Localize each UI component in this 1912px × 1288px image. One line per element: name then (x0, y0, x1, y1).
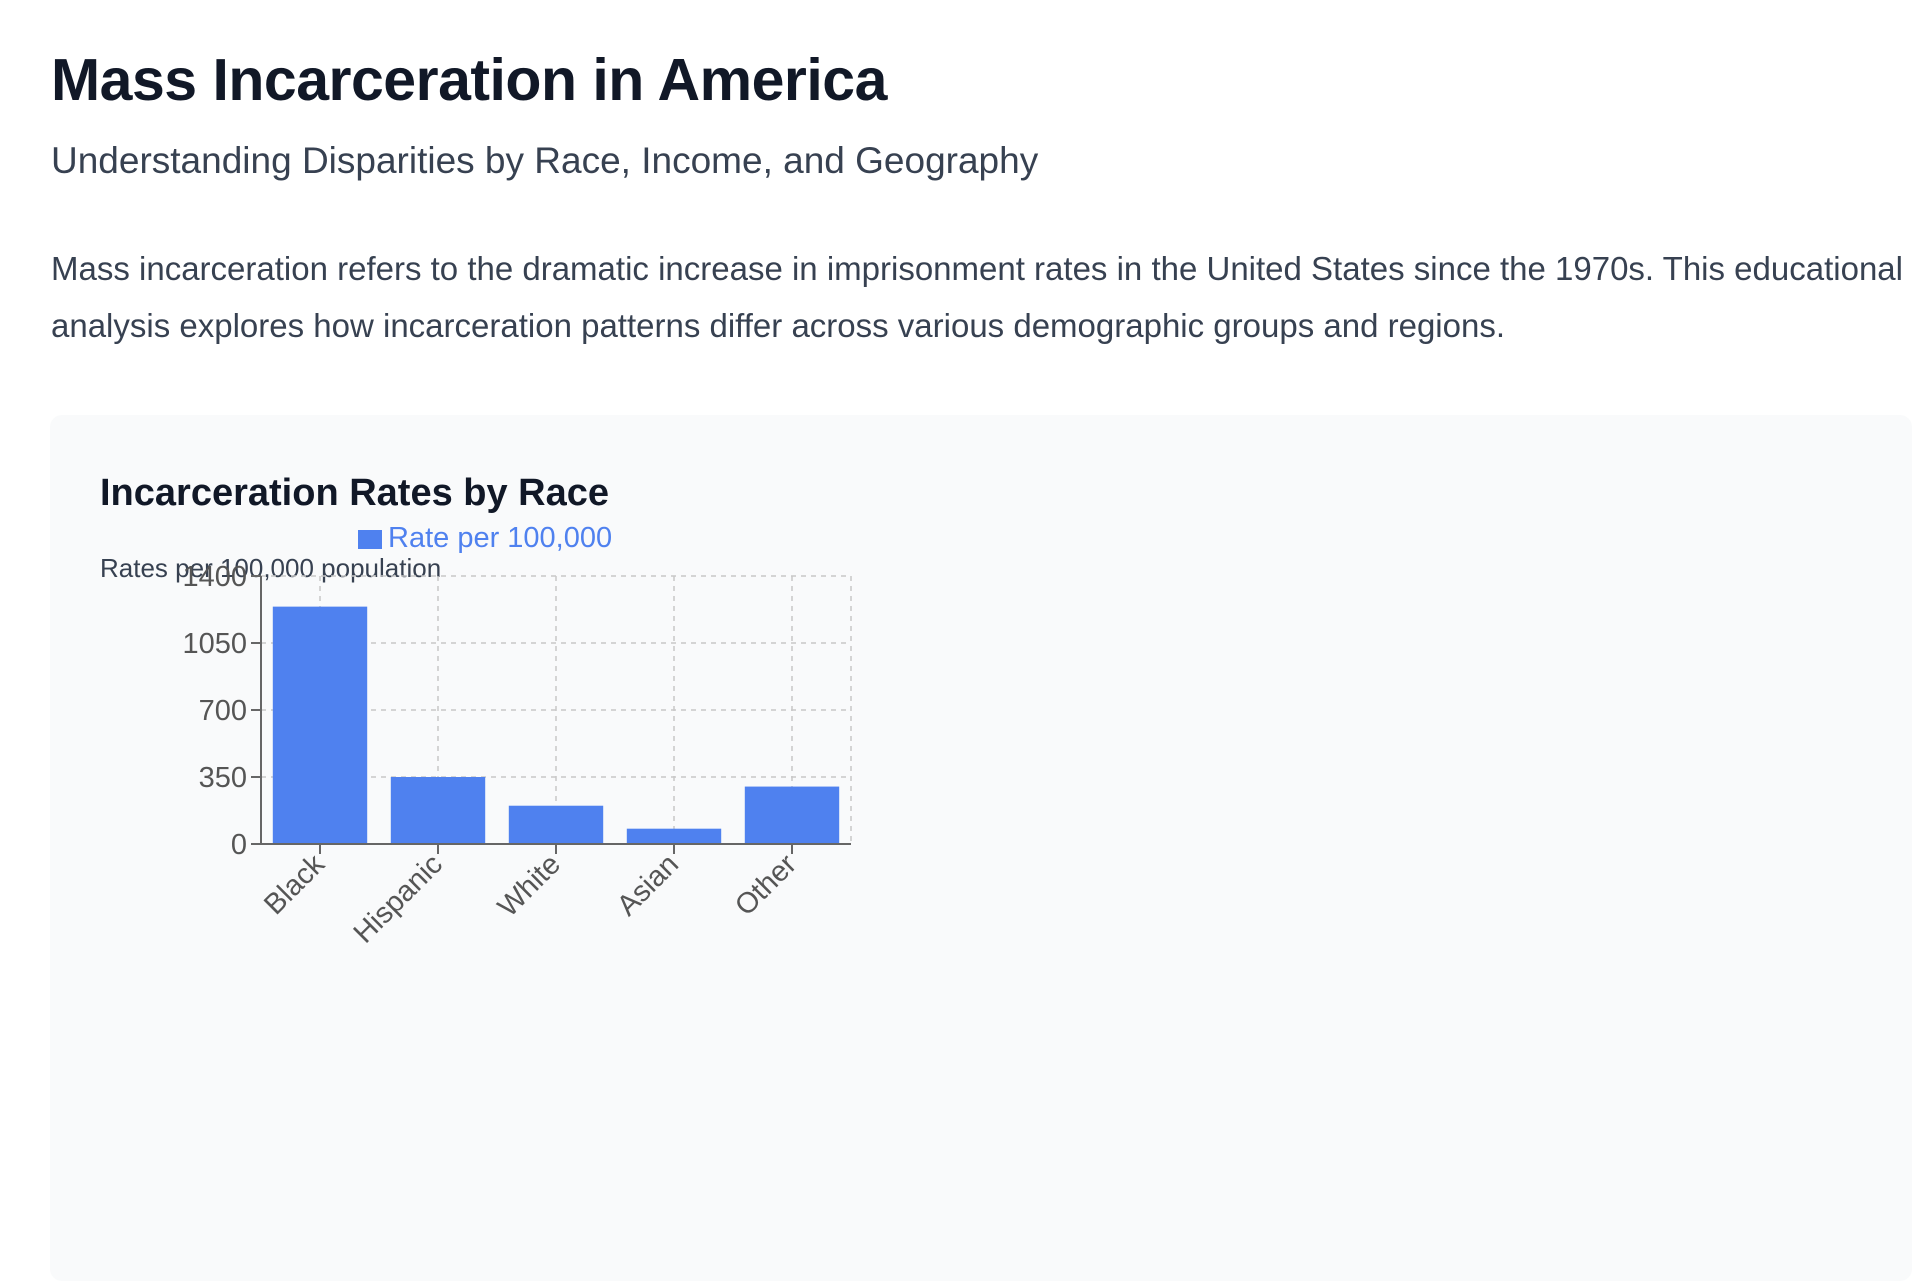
bar-chart: 0 350 700 1050 1400 Black Hispanic White Asian Ot… (182, 522, 852, 950)
intro-paragraph: Mass incarceration refers to the dramati… (51, 250, 1903, 344)
page-title: Mass Incarceration in America (51, 47, 887, 113)
x-tick-label: White (492, 848, 567, 923)
bar-hispanic[interactable] (390, 777, 486, 844)
bar-white[interactable] (508, 805, 604, 844)
bars (272, 606, 840, 844)
bar-other[interactable] (744, 786, 840, 844)
y-tick-label: 0 (231, 829, 247, 861)
page: Mass Incarceration in America Understand… (0, 0, 1912, 1288)
legend-label: Rate per 100,000 (388, 522, 612, 554)
y-tick-label: 1400 (182, 561, 247, 593)
y-tick-label: 350 (199, 762, 247, 794)
page-subtitle: Understanding Disparities by Race, Incom… (51, 140, 1039, 181)
x-tick-label: Asian (611, 848, 685, 922)
x-tick-label: Other (729, 848, 803, 922)
x-tick-label: Hispanic (348, 848, 449, 949)
bar-black[interactable] (272, 606, 368, 844)
bar-asian[interactable] (626, 828, 722, 844)
chart-card: Incarceration Rates by Race Rates per 10… (50, 415, 1912, 1281)
y-tick-label: 700 (199, 695, 247, 727)
legend[interactable]: Rate per 100,000 (358, 522, 612, 554)
legend-swatch (358, 530, 382, 549)
x-tick-label: Black (258, 848, 331, 921)
y-tick-label: 1050 (182, 628, 247, 660)
